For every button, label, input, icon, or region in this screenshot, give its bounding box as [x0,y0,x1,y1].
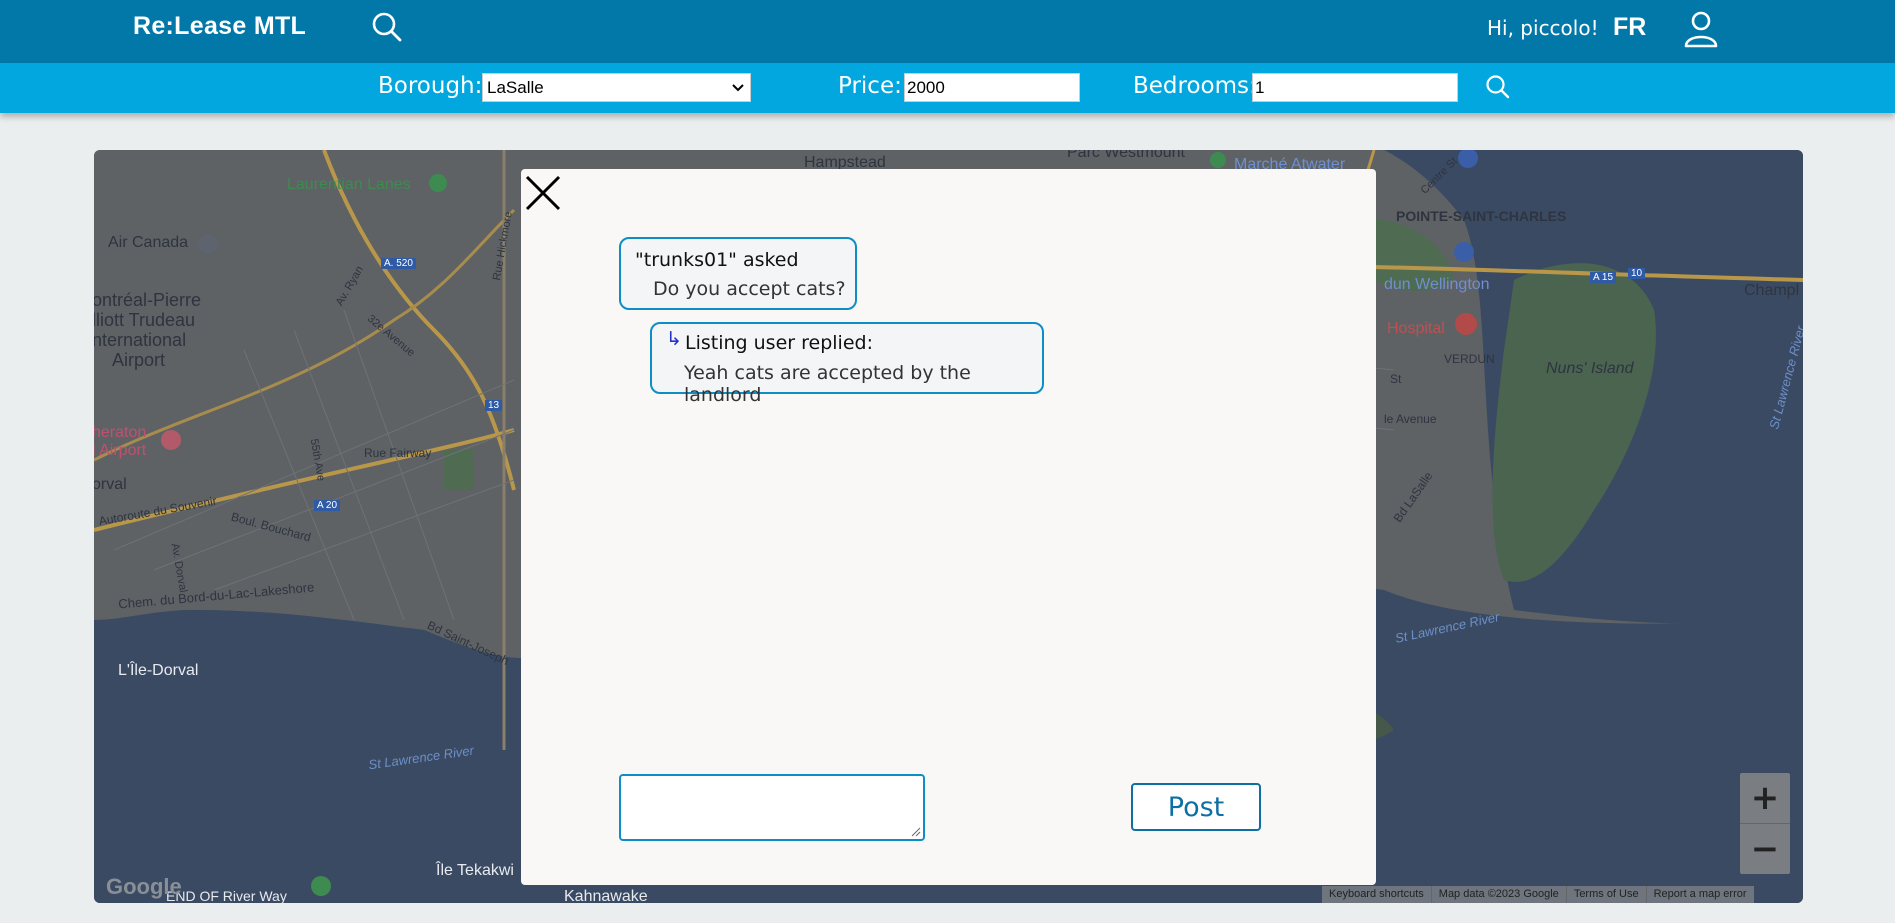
user-greeting: Hi, piccolo! [1487,16,1599,40]
map-label-sheraton-1: heraton [94,424,147,441]
resize-grip-icon[interactable] [911,827,921,837]
map-zoom-control: + − [1740,773,1790,874]
keyboard-shortcuts-link[interactable]: Keyboard shortcuts [1322,886,1431,903]
map-label-parc-westmount: Parc Westmount [1067,150,1185,161]
reply-author: Listing user replied: [685,332,873,354]
borough-label: Borough: [378,73,483,99]
map-label-dorval: orval [94,476,127,493]
reply-bubble: ↳ Listing user replied: Yeah cats are ac… [650,322,1044,406]
borough-select[interactable]: LaSalle [482,73,751,102]
map-attribution: Keyboard shortcuts Map data ©2023 Google… [1322,886,1754,903]
map-label-end-of-river-way: END OF River Way [166,888,287,903]
map-label-hospital: Hospital [1387,320,1445,337]
map-label-dun-wellington: dun Wellington [1384,276,1490,293]
map-label-sheraton-2: l Airport [94,442,147,459]
map-label-a15: A 15 [1590,272,1617,283]
question-author: "trunks01" asked [635,249,799,271]
user-icon[interactable] [1683,10,1719,48]
map-data-text: Map data ©2023 Google [1430,886,1566,903]
question-bubble: "trunks01" asked Do you accept cats? [619,237,857,310]
question-modal: "trunks01" asked Do you accept cats? ↳ L… [521,169,1376,885]
question-textarea[interactable] [619,774,925,841]
top-header: Re:Lease MTL Hi, piccolo! FR [0,0,1895,63]
close-icon[interactable] [523,173,563,213]
map-label-verdun: VERDUN [1444,352,1495,366]
language-toggle[interactable]: FR [1613,13,1646,42]
map-label-ile-dorval: L'Île-Dorval [118,662,199,679]
map-label-laurentian-lanes: Laurentian Lanes [287,176,411,193]
map-label-rue-fairway: Rue Fairway [364,446,432,460]
report-map-error-link[interactable]: Report a map error [1645,886,1754,903]
map-label-kahnawake: Kahnawake [564,888,648,903]
post-button[interactable]: Post [1131,783,1261,831]
bedrooms-input[interactable]: 1 [1252,73,1458,102]
chevron-down-icon [732,83,744,91]
zoom-out-button[interactable]: − [1740,824,1790,874]
map-label-airport-2: lliott Trudeau [94,310,196,330]
reply-arrow-icon: ↳ [666,328,682,350]
site-logo[interactable]: Re:Lease MTL [133,12,306,41]
map-label-route-13: 13 [485,400,503,411]
map-label-airport-3: nternational [94,330,187,350]
map-label-nuns-island: Nuns' Island [1546,360,1634,377]
borough-select-value: LaSalle [487,77,544,97]
filter-bar: Borough: LaSalle Price: 2000 Bedrooms: 1 [0,63,1895,113]
question-text: Do you accept cats? [653,278,846,300]
map-label-route-10: 10 [1628,268,1646,279]
price-input[interactable]: 2000 [904,73,1080,102]
map-label-a20: A 20 [314,500,341,511]
map-label-pointe-saint-charles: POINTE-SAINT-CHARLES [1396,208,1567,224]
bedrooms-label: Bedrooms: [1133,73,1257,99]
map-label-air-canada: Air Canada [108,234,189,251]
map-label-st: St [1390,372,1402,386]
map-label-airport-4: Airport [112,350,166,370]
filter-search-icon[interactable] [1484,73,1512,101]
map-label-champl: Champl [1744,282,1800,299]
price-label: Price: [838,73,902,99]
google-logo[interactable]: Google [106,874,182,900]
search-icon[interactable] [370,10,404,44]
terms-of-use-link[interactable]: Terms of Use [1565,886,1646,903]
map-label-airport-1: ontréal-Pierre [94,290,202,310]
zoom-in-button[interactable]: + [1740,773,1790,823]
map-label-a520: A. 520 [381,258,416,269]
reply-text: Yeah cats are accepted by the landlord [684,362,971,406]
map-label-le-avenue: le Avenue [1384,412,1437,426]
map-label-ile-tekakwi: Île Tekakwi [436,862,514,879]
